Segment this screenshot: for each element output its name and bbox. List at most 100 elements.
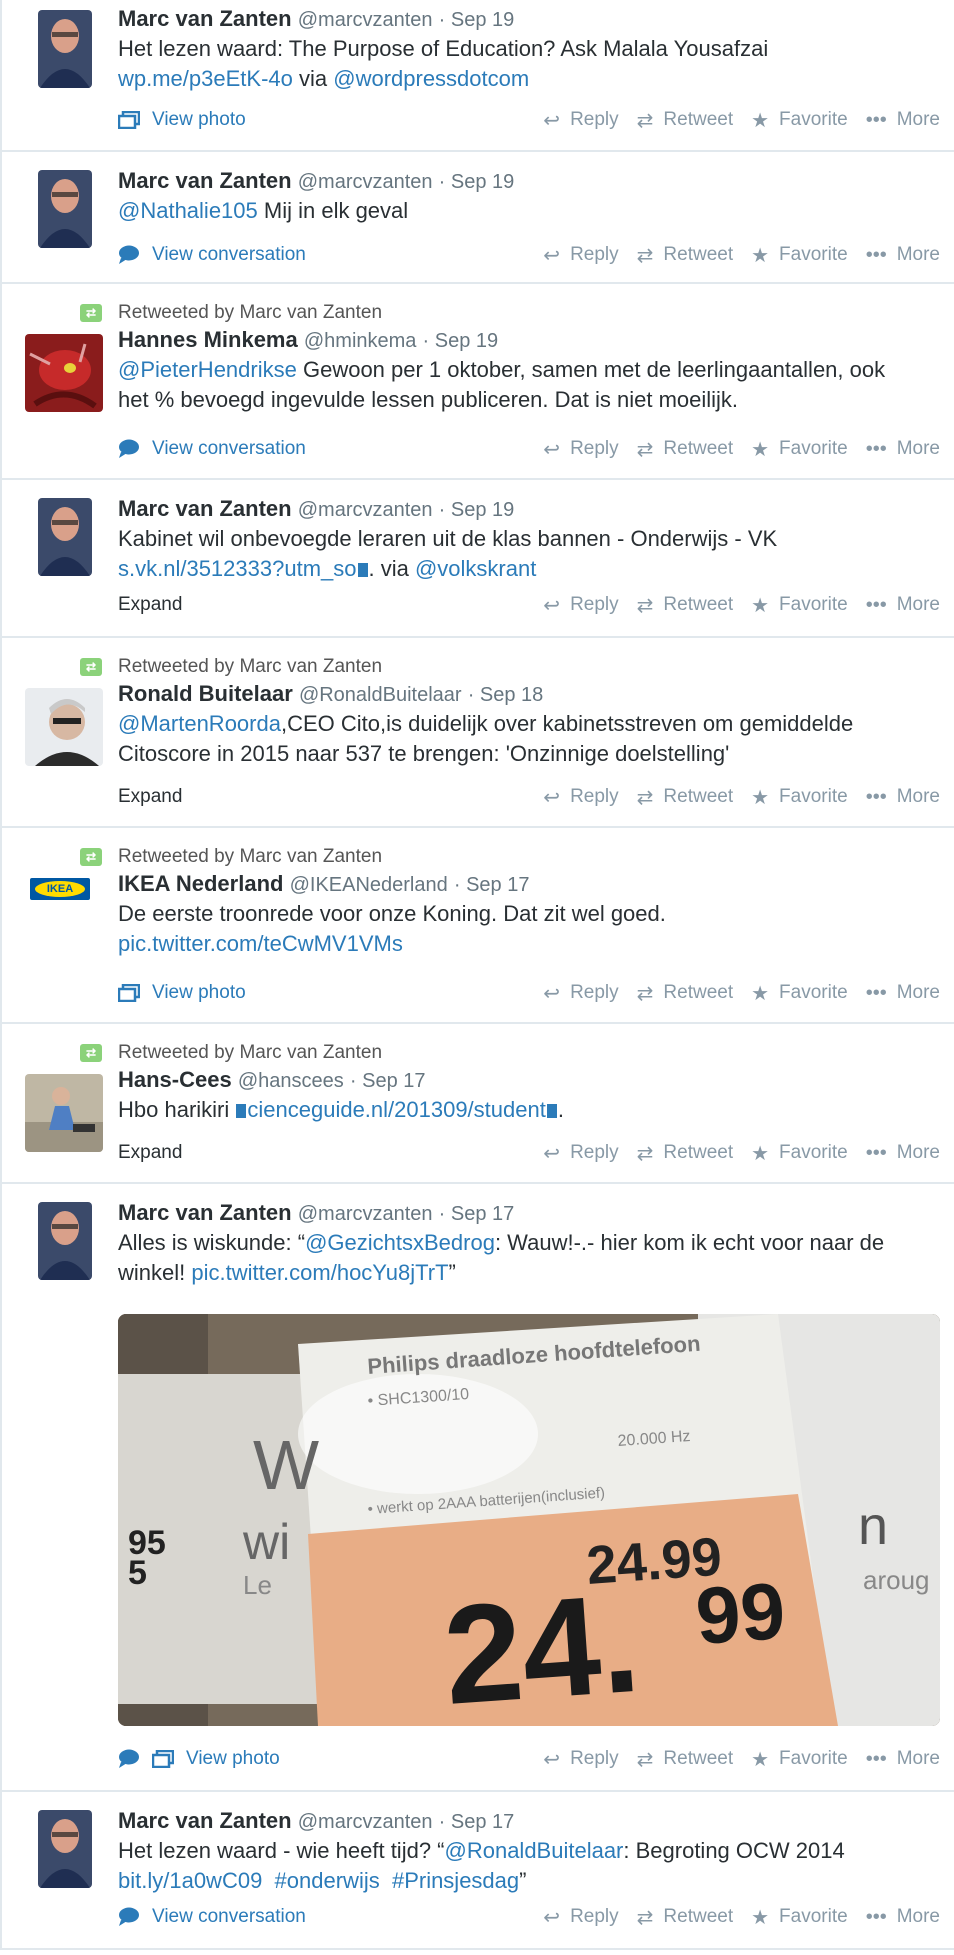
mention-link[interactable]: @MartenRoorda xyxy=(118,711,281,736)
avatar[interactable] xyxy=(38,1810,92,1888)
tweet-date[interactable]: · Sep 19 xyxy=(423,330,499,352)
author-name[interactable]: Hannes Minkema xyxy=(118,327,298,352)
tweet[interactable]: ⇄ Retweeted by Marc van Zanten Hannes Mi… xyxy=(0,284,954,480)
author-handle[interactable]: @IKEANederland xyxy=(290,874,448,896)
tweet[interactable]: Marc van Zanten @marcvzanten · Sep 19 He… xyxy=(0,0,954,152)
reply-button[interactable]: ↩ Reply xyxy=(543,1905,618,1930)
retweet-button[interactable]: ⇄ Retweet xyxy=(637,1747,733,1772)
expand-button[interactable]: Expand xyxy=(118,786,182,808)
tweet-date[interactable]: · Sep 19 xyxy=(439,9,515,31)
more-button[interactable]: ••• More xyxy=(866,244,940,267)
tweet-date[interactable]: · Sep 19 xyxy=(439,171,515,193)
reply-button[interactable]: ↩ Reply xyxy=(543,1141,618,1166)
avatar[interactable] xyxy=(38,10,92,88)
tweet[interactable]: Marc van Zanten @marcvzanten · Sep 17 Al… xyxy=(0,1184,954,1792)
tweet-date[interactable]: · Sep 17 xyxy=(439,1811,515,1833)
reply-button[interactable]: ↩ Reply xyxy=(543,437,618,462)
retweet-button[interactable]: ⇄ Retweet xyxy=(637,108,733,133)
reply-button[interactable]: ↩ Reply xyxy=(543,593,618,618)
reply-button[interactable]: ↩ Reply xyxy=(543,1747,618,1772)
tweet[interactable]: Marc van Zanten @marcvzanten · Sep 19 @N… xyxy=(0,152,954,284)
retweeted-by-label[interactable]: Retweeted by Marc van Zanten xyxy=(118,656,382,678)
retweeted-by-label[interactable]: Retweeted by Marc van Zanten xyxy=(118,1042,382,1064)
avatar[interactable] xyxy=(25,1074,103,1152)
reply-button[interactable]: ↩ Reply xyxy=(543,108,618,133)
retweet-button[interactable]: ⇄ Retweet xyxy=(637,785,733,810)
tweet-date[interactable]: · Sep 17 xyxy=(454,874,530,896)
view-photo-button[interactable]: View photo xyxy=(118,109,246,131)
favorite-button[interactable]: ★ Favorite xyxy=(751,785,848,810)
view-photo-button[interactable]: View photo xyxy=(118,982,246,1004)
url-link[interactable]: wp.me/p3eEtK-4o xyxy=(118,66,293,91)
view-conversation-button[interactable]: View conversation xyxy=(118,244,306,266)
tweet[interactable]: Marc van Zanten @marcvzanten · Sep 17 He… xyxy=(0,1792,954,1950)
favorite-button[interactable]: ★ Favorite xyxy=(751,981,848,1006)
expand-button[interactable]: Expand xyxy=(118,594,182,616)
retweet-button[interactable]: ⇄ Retweet xyxy=(637,981,733,1006)
more-button[interactable]: ••• More xyxy=(866,786,940,809)
tweet-date[interactable]: · Sep 18 xyxy=(468,684,544,706)
favorite-button[interactable]: ★ Favorite xyxy=(751,1747,848,1772)
retweet-button[interactable]: ⇄ Retweet xyxy=(637,243,733,268)
mention-link[interactable]: @PieterHendrikse xyxy=(118,357,297,382)
more-button[interactable]: ••• More xyxy=(866,1906,940,1929)
author-name[interactable]: Hans-Cees xyxy=(118,1067,232,1092)
pic-link[interactable]: pic.twitter.com/hocYu8jTrT xyxy=(191,1260,448,1285)
expand-button[interactable]: Expand xyxy=(118,1142,182,1164)
pic-link[interactable]: pic.twitter.com/teCwMV1VMs xyxy=(118,931,403,956)
avatar[interactable] xyxy=(25,334,103,412)
mention-link[interactable]: @wordpressdotcom xyxy=(333,66,529,91)
retweet-button[interactable]: ⇄ Retweet xyxy=(637,437,733,462)
author-handle[interactable]: @hminkema xyxy=(304,330,417,352)
view-photo-button[interactable]: View photo xyxy=(118,1748,280,1770)
tweet-date[interactable]: · Sep 19 xyxy=(439,499,515,521)
author-name[interactable]: IKEA Nederland xyxy=(118,871,283,896)
more-button[interactable]: ••• More xyxy=(866,109,940,132)
favorite-button[interactable]: ★ Favorite xyxy=(751,593,848,618)
avatar[interactable] xyxy=(38,170,92,248)
retweet-button[interactable]: ⇄ Retweet xyxy=(637,1905,733,1930)
reply-button[interactable]: ↩ Reply xyxy=(543,243,618,268)
url-link[interactable]: bit.ly/1a0wC09 xyxy=(118,1868,262,1893)
retweet-button[interactable]: ⇄ Retweet xyxy=(637,1141,733,1166)
tweet-photo[interactable]: Philips draadloze hoofdtelefoon • SHC130… xyxy=(118,1314,940,1726)
more-button[interactable]: ••• More xyxy=(866,438,940,461)
url-link[interactable]: s.vk.nl/3512333?utm_so xyxy=(118,556,357,581)
author-name[interactable]: Marc van Zanten xyxy=(118,6,292,31)
author-handle[interactable]: @RonaldBuitelaar xyxy=(299,684,462,706)
mention-link[interactable]: @volkskrant xyxy=(415,556,536,581)
avatar[interactable] xyxy=(25,688,103,766)
author-name[interactable]: Marc van Zanten xyxy=(118,1808,292,1833)
mention-link[interactable]: @GezichtsxBedrog xyxy=(305,1230,495,1255)
more-button[interactable]: ••• More xyxy=(866,594,940,617)
favorite-button[interactable]: ★ Favorite xyxy=(751,1905,848,1930)
favorite-button[interactable]: ★ Favorite xyxy=(751,437,848,462)
tweet-date[interactable]: · Sep 17 xyxy=(439,1203,515,1225)
more-button[interactable]: ••• More xyxy=(866,1748,940,1771)
more-button[interactable]: ••• More xyxy=(866,1142,940,1165)
tweet[interactable]: ⇄ Retweeted by Marc van Zanten IKEA IKEA… xyxy=(0,828,954,1024)
view-conversation-button[interactable]: View conversation xyxy=(118,1906,306,1928)
author-handle[interactable]: @marcvzanten xyxy=(298,499,433,521)
author-handle[interactable]: @hanscees xyxy=(238,1070,344,1092)
author-handle[interactable]: @marcvzanten xyxy=(298,1811,433,1833)
favorite-button[interactable]: ★ Favorite xyxy=(751,1141,848,1166)
author-handle[interactable]: @marcvzanten xyxy=(298,9,433,31)
ikea-logo[interactable]: IKEA xyxy=(30,878,90,900)
reply-button[interactable]: ↩ Reply xyxy=(543,981,618,1006)
author-name[interactable]: Marc van Zanten xyxy=(118,1200,292,1225)
author-name[interactable]: Ronald Buitelaar xyxy=(118,681,293,706)
url-link[interactable]: cienceguide.nl/201309/student xyxy=(247,1097,545,1122)
view-conversation-button[interactable]: View conversation xyxy=(118,438,306,460)
author-name[interactable]: Marc van Zanten xyxy=(118,496,292,521)
hashtag-link[interactable]: #Prinsjesdag xyxy=(392,1868,519,1893)
author-name[interactable]: Marc van Zanten xyxy=(118,168,292,193)
retweeted-by-label[interactable]: Retweeted by Marc van Zanten xyxy=(118,302,382,324)
author-handle[interactable]: @marcvzanten xyxy=(298,1203,433,1225)
tweet[interactable]: ⇄ Retweeted by Marc van Zanten Hans-Cees… xyxy=(0,1024,954,1184)
hashtag-link[interactable]: #onderwijs xyxy=(275,1868,380,1893)
tweet-date[interactable]: · Sep 17 xyxy=(350,1070,426,1092)
mention-link[interactable]: @RonaldBuitelaar xyxy=(445,1838,624,1863)
retweet-button[interactable]: ⇄ Retweet xyxy=(637,593,733,618)
retweeted-by-label[interactable]: Retweeted by Marc van Zanten xyxy=(118,846,382,868)
